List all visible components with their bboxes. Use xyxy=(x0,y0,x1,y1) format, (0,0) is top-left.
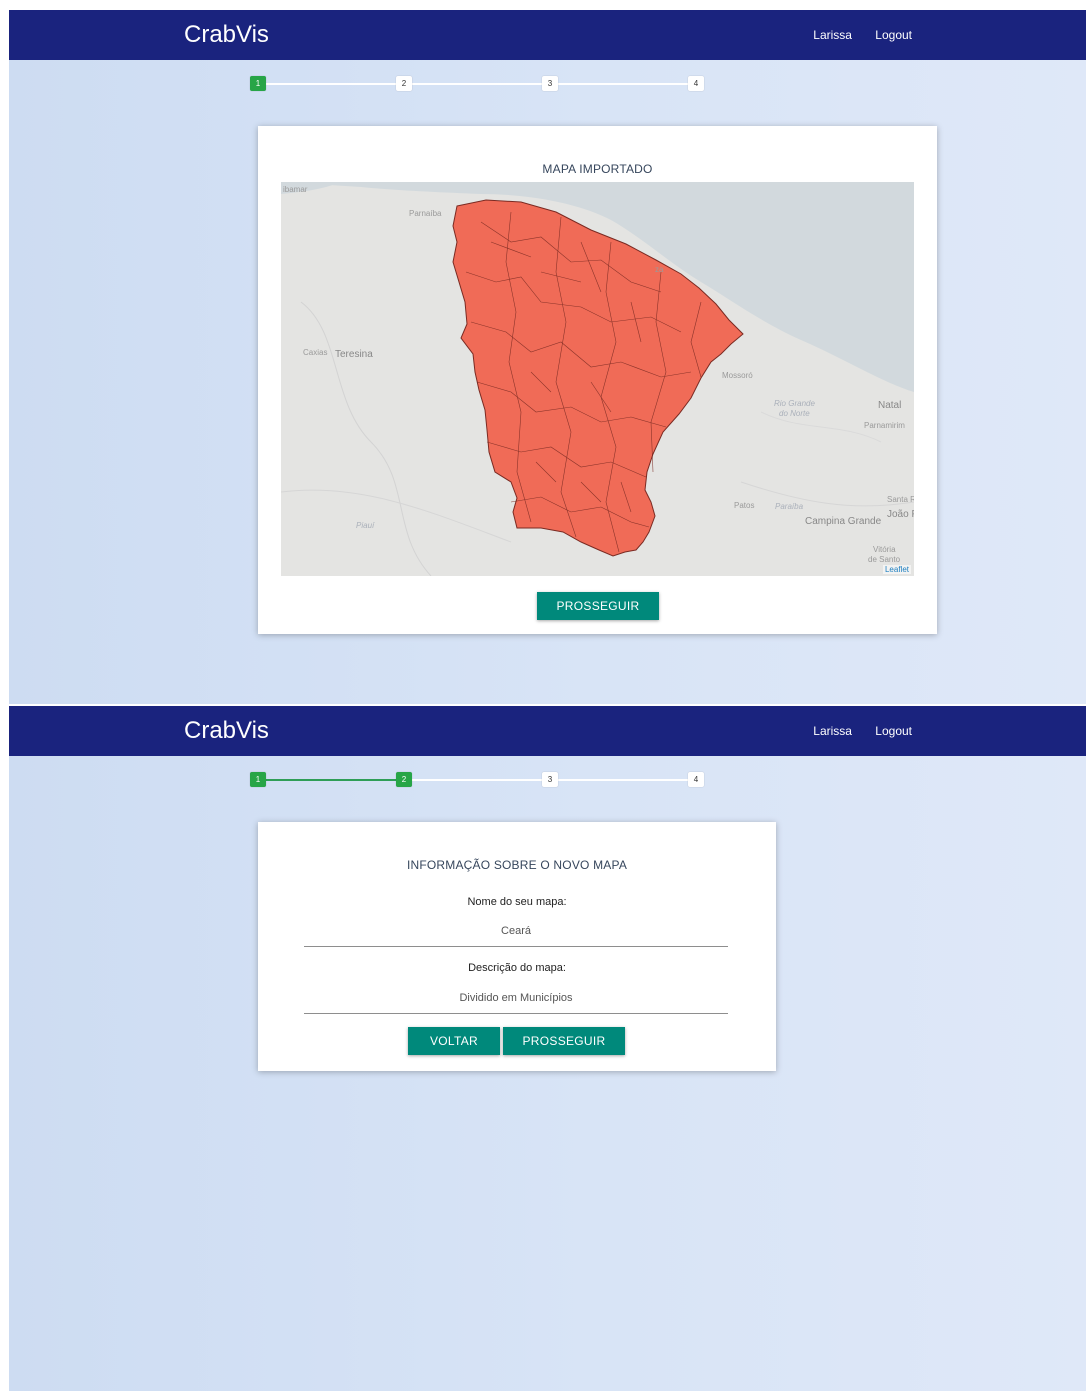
step-1[interactable]: 1 xyxy=(250,76,266,91)
map-label: Paraíba xyxy=(775,502,804,511)
map-info-card: INFORMAÇÃO SOBRE O NOVO MAPA Nome do seu… xyxy=(258,822,776,1071)
logout-link[interactable]: Logout xyxy=(875,724,912,738)
map-label: do Norte xyxy=(779,409,810,418)
map-label: Parnamirim xyxy=(864,421,905,430)
map-name-label: Nome do seu mapa: xyxy=(467,896,567,908)
stepper: 1 2 3 4 xyxy=(250,76,710,92)
nav-links: Larissa Logout xyxy=(793,724,912,738)
screenshot-step-2: CrabVis Larissa Logout 1 2 3 4 INFORMAÇÃ… xyxy=(9,706,1086,1391)
map-label: Vitória xyxy=(873,545,896,554)
map-description-input[interactable]: Dividido em Municípios xyxy=(304,992,728,1014)
map-label: Rio Grande xyxy=(774,399,815,408)
logout-link[interactable]: Logout xyxy=(875,28,912,42)
map-label: João P xyxy=(887,509,914,520)
map-name-input[interactable]: Ceará xyxy=(304,925,728,947)
card-title: MAPA IMPORTADO xyxy=(542,162,653,176)
step-4[interactable]: 4 xyxy=(688,76,704,91)
map-label: Teresina xyxy=(335,349,373,360)
step-3[interactable]: 3 xyxy=(542,772,558,787)
navbar: CrabVis Larissa Logout xyxy=(9,10,1086,60)
map-label: Mossoró xyxy=(722,371,753,380)
proceed-button[interactable]: PROSSEGUIR xyxy=(503,1027,625,1055)
map-label: de Santo xyxy=(868,555,901,564)
user-link[interactable]: Larissa xyxy=(813,724,852,738)
leaflet-attribution-link[interactable]: Leaflet xyxy=(882,565,911,574)
map-label: Campina Grande xyxy=(805,516,882,527)
map-label: Parnaíba xyxy=(409,209,442,218)
map-label: ibamar xyxy=(283,185,308,194)
step-connector xyxy=(412,83,542,85)
proceed-button[interactable]: PROSSEGUIR xyxy=(537,592,659,620)
step-connector xyxy=(266,83,396,85)
map-label: Piauí xyxy=(356,521,375,530)
back-button[interactable]: VOLTAR xyxy=(408,1027,500,1055)
card-title: INFORMAÇÃO SOBRE O NOVO MAPA xyxy=(406,858,628,872)
nav-links: Larissa Logout xyxy=(793,28,912,42)
step-connector xyxy=(558,83,688,85)
step-connector xyxy=(412,779,542,781)
step-2[interactable]: 2 xyxy=(396,772,412,787)
map-label: Patos xyxy=(734,501,755,510)
brand-logo[interactable]: CrabVis xyxy=(184,717,269,745)
step-3[interactable]: 3 xyxy=(542,76,558,91)
map-description-label: Descrição do mapa: xyxy=(468,962,566,974)
user-link[interactable]: Larissa xyxy=(813,28,852,42)
map-label: Natal xyxy=(878,400,902,411)
step-4[interactable]: 4 xyxy=(688,772,704,787)
map-label: Caxias xyxy=(303,348,328,357)
step-connector xyxy=(558,779,688,781)
screenshot-step-1: CrabVis Larissa Logout 1 2 3 4 MAPA IMPO… xyxy=(9,10,1086,704)
step-connector xyxy=(266,779,396,781)
step-2[interactable]: 2 xyxy=(396,76,412,91)
map-label: za xyxy=(655,265,664,274)
brand-logo[interactable]: CrabVis xyxy=(184,21,269,49)
stepper: 1 2 3 4 xyxy=(250,772,710,788)
leaflet-map[interactable]: ibamar Parnaíba za Caxias Teresina Mosso… xyxy=(281,182,914,576)
map-label: Santa R xyxy=(887,495,914,504)
navbar: CrabVis Larissa Logout xyxy=(9,706,1086,756)
imported-map-card: MAPA IMPORTADO ibamar Parnaíba za Caxias… xyxy=(258,126,937,634)
step-1[interactable]: 1 xyxy=(250,772,266,787)
